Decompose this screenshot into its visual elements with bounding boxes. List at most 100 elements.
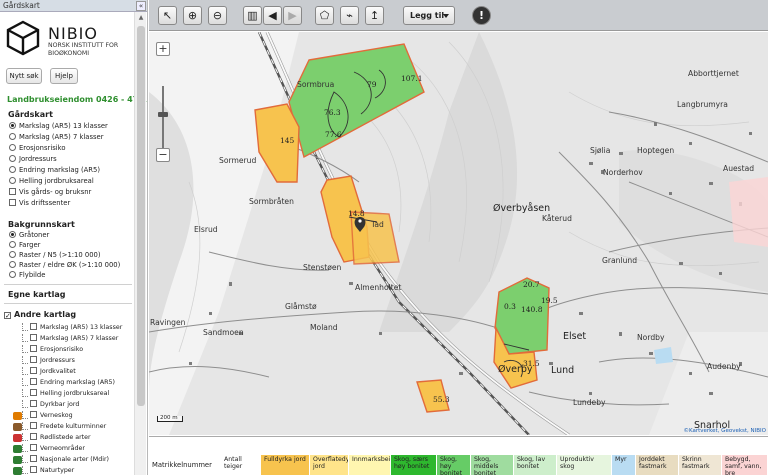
farm-map-option[interactable]: Markslag (AR5) 7 klasser xyxy=(9,133,104,142)
radio-button[interactable] xyxy=(9,271,16,278)
farm-map-option[interactable]: Endring markslag (AR5) xyxy=(9,166,100,175)
draw-area-tool[interactable]: ⬠ xyxy=(315,6,334,25)
layer-item[interactable]: Rødlistede arter xyxy=(22,433,91,442)
option-label: Vis driftssenter xyxy=(19,199,71,207)
back-tool[interactable]: ◀ xyxy=(263,6,282,25)
scrollbar-thumb[interactable] xyxy=(137,26,145,406)
place-name: Sormbråten xyxy=(249,197,294,206)
layer-label: Fredete kulturminner xyxy=(40,423,107,430)
pointer-tool[interactable]: ↖ xyxy=(158,6,177,25)
layer-checkbox[interactable] xyxy=(30,356,37,363)
layer-item[interactable]: Fredete kulturminner xyxy=(22,422,106,431)
nature-icon xyxy=(13,467,22,475)
layer-checkbox[interactable] xyxy=(30,433,37,440)
layer-item[interactable]: Verneområder xyxy=(22,444,85,453)
layer-checkbox[interactable] xyxy=(30,367,37,374)
layer-checkbox[interactable] xyxy=(30,334,37,341)
scroll-up-icon[interactable]: ▲ xyxy=(137,14,145,22)
layer-item[interactable]: Verneskog xyxy=(22,411,73,420)
farm-map-option[interactable]: Erosjonsrisiko xyxy=(9,144,66,153)
radio-button[interactable] xyxy=(9,251,16,258)
background-map-option[interactable]: Flybilde xyxy=(9,271,45,280)
farm-map-option[interactable]: Helling jordbruksareal xyxy=(9,177,94,186)
info-point-tool[interactable]: ↥ xyxy=(365,6,384,25)
zoom-in-tool[interactable]: ⊕ xyxy=(183,6,202,25)
layer-item[interactable]: Nasjonale arter (Mdir) xyxy=(22,455,109,464)
layer-item[interactable]: Helling jordbruksareal xyxy=(22,389,109,398)
layer-item[interactable]: Jordkvalitet xyxy=(22,367,76,376)
legend-item: Fulldyrka jord xyxy=(261,455,310,475)
option-label: Erosjonsrisiko xyxy=(19,144,66,152)
checkbox[interactable] xyxy=(9,199,16,206)
own-layers-heading[interactable]: Egne kartlag xyxy=(8,290,65,299)
farm-map-option[interactable]: Vis driftssenter xyxy=(9,199,70,208)
alert-tool[interactable]: ! xyxy=(472,6,491,25)
map-canvas[interactable] xyxy=(149,32,768,435)
layer-item[interactable]: Naturtyper xyxy=(22,466,74,475)
layer-checkbox[interactable] xyxy=(30,389,37,396)
zoom-slider-track[interactable] xyxy=(162,86,164,148)
farm-map-option[interactable]: Vis gårds- og bruksnr xyxy=(9,188,91,197)
radio-button[interactable] xyxy=(9,177,16,184)
layer-item[interactable]: Dyrkbar jord xyxy=(22,400,79,409)
farm-map-option[interactable]: Markslag (AR5) 13 klasser xyxy=(9,122,108,131)
layer-checkbox[interactable] xyxy=(30,455,37,462)
radio-button[interactable] xyxy=(9,241,16,248)
other-layers-checkbox[interactable]: ✓ xyxy=(4,312,11,320)
place-name: Abborttjernet xyxy=(688,69,739,78)
divider xyxy=(4,284,132,285)
zoom-slider-handle[interactable] xyxy=(158,112,168,117)
radio-button[interactable] xyxy=(9,231,16,238)
radio-button[interactable] xyxy=(9,261,16,268)
chevron-down-icon xyxy=(443,14,449,18)
farm-map-option[interactable]: Jordressurs xyxy=(9,155,57,164)
layer-item[interactable]: Erosjonsrisiko xyxy=(22,345,83,354)
layer-item[interactable]: Markslag (AR5) 13 klasser xyxy=(22,323,122,332)
zoom-in-button[interactable]: + xyxy=(156,42,170,56)
radio-button[interactable] xyxy=(9,155,16,162)
radio-button[interactable] xyxy=(9,166,16,173)
help-button[interactable]: Hjelp xyxy=(50,68,78,84)
background-map-option[interactable]: Raster / eldre ØK (>1:10 000) xyxy=(9,261,120,270)
panel-scrollbar[interactable]: ▲ xyxy=(134,12,146,475)
layer-item[interactable]: Endring markslag (AR5) xyxy=(22,378,115,387)
zoom-out-button[interactable]: − xyxy=(156,148,170,162)
layer-checkbox[interactable] xyxy=(30,400,37,407)
background-map-option[interactable]: Gråtoner xyxy=(9,231,49,240)
forward-tool[interactable]: ▶ xyxy=(283,6,302,25)
layer-item[interactable]: Markslag (AR5) 7 klasser xyxy=(22,334,118,343)
layer-checkbox[interactable] xyxy=(30,466,37,473)
checkbox[interactable] xyxy=(9,188,16,195)
background-map-option[interactable]: Farger xyxy=(9,241,40,250)
other-layers-toggle[interactable]: ✓ Andre kartlag xyxy=(4,310,76,320)
zoom-out-tool[interactable]: ⊖ xyxy=(208,6,227,25)
map-view[interactable]: + − Sormbrua Abborttjernet Langbrumyra Sorm… xyxy=(149,32,768,435)
place-name: Granlund xyxy=(602,256,638,265)
place-name: Sormerud xyxy=(219,156,257,165)
radio-button[interactable] xyxy=(9,122,16,129)
place-name: Øverbyåsen xyxy=(493,203,551,214)
radio-button[interactable] xyxy=(9,133,16,140)
add-to-dropdown[interactable]: Legg til xyxy=(403,6,455,25)
layer-item[interactable]: Jordressurs xyxy=(22,356,75,365)
book-map-tool[interactable]: ▥ xyxy=(243,6,262,25)
legend-item: Myr xyxy=(612,455,636,475)
layer-checkbox[interactable] xyxy=(30,323,37,330)
parcel-area-label: 145 xyxy=(280,136,295,145)
new-search-button[interactable]: Nytt søk xyxy=(6,68,42,84)
background-map-option[interactable]: Raster / N5 (>1:10 000) xyxy=(9,251,101,260)
layer-label: Nasjonale arter (Mdir) xyxy=(40,456,109,463)
layer-checkbox[interactable] xyxy=(30,378,37,385)
tree-connector xyxy=(22,378,28,386)
legend-item: Jorddekt fastmark xyxy=(636,455,679,475)
layer-checkbox[interactable] xyxy=(30,422,37,429)
measure-tool[interactable]: ⌁ xyxy=(340,6,359,25)
parcel-area-label: 76.3 xyxy=(324,108,341,117)
layer-checkbox[interactable] xyxy=(30,411,37,418)
layer-checkbox[interactable] xyxy=(30,444,37,451)
radio-button[interactable] xyxy=(9,144,16,151)
panel-title: Gårdskart xyxy=(3,1,40,10)
layer-checkbox[interactable] xyxy=(30,345,37,352)
tree-connector xyxy=(22,422,28,430)
collapse-panel-button[interactable]: « xyxy=(136,1,146,11)
